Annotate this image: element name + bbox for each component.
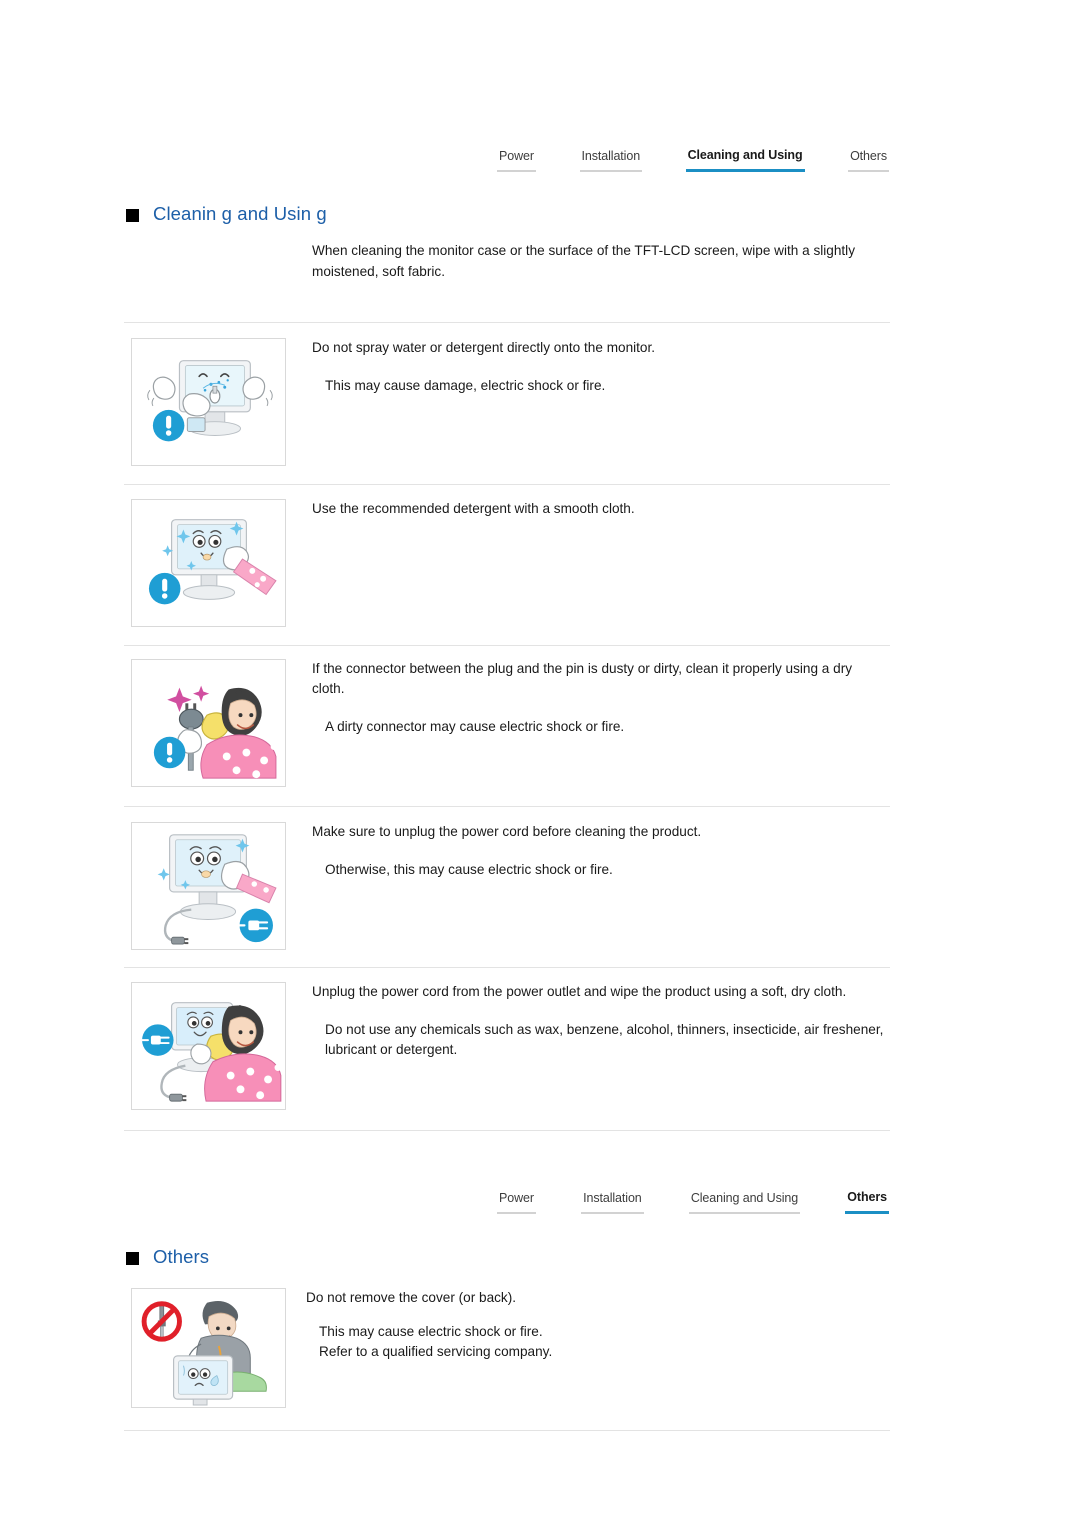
nav-tabs-secondary: Power Installation Cleaning and Using Ot…: [497, 1190, 889, 1214]
item-sub-text: A dirty connector may cause electric sho…: [325, 719, 625, 734]
tab-cleaning-and-using[interactable]: Cleaning and Using: [685, 148, 805, 172]
item-copy-spray: Do not spray water or detergent directly…: [312, 338, 887, 396]
section-heading-cleaning: Cleanin g and Usin g: [126, 203, 327, 225]
item-copy-unplug-before-cleaning: Make sure to unplug the power cord befor…: [312, 822, 887, 880]
figure-woman-cleaning-plug-warning: [131, 659, 286, 787]
tab-cleaning-and-using[interactable]: Cleaning and Using: [688, 1191, 801, 1214]
item-lead-text: If the connector between the plug and th…: [312, 661, 853, 696]
item-lead-text: Unplug the power cord from the power out…: [312, 984, 847, 999]
item-sub-text: Do not use any chemicals such as wax, be…: [325, 1022, 884, 1057]
divider: [124, 645, 890, 646]
item-copy-connector: If the connector between the plug and th…: [312, 659, 887, 737]
section-title-text: Others: [153, 1246, 210, 1267]
divider: [124, 806, 890, 807]
divider: [124, 484, 890, 485]
bullet-square-icon: [126, 1251, 139, 1265]
item-lead-text: Use the recommended detergent with a smo…: [312, 501, 635, 516]
tab-others[interactable]: Others: [848, 149, 889, 172]
bullet-square-icon: [126, 208, 139, 222]
item-sub-text: This may cause electric shock or fire. R…: [319, 1324, 553, 1359]
item-lead-text: Do not spray water or detergent directly…: [312, 340, 656, 355]
tab-power[interactable]: Power: [497, 1191, 536, 1214]
section-title-text: Cleanin g and Usin g: [153, 203, 327, 224]
nav-tabs-primary: Power Installation Cleaning and Using Ot…: [497, 148, 889, 172]
tab-others[interactable]: Others: [845, 1190, 889, 1214]
divider: [124, 1130, 890, 1131]
item-copy-unplug-wipe: Unplug the power cord from the power out…: [312, 982, 887, 1060]
figure-no-disassembly-repairman: [131, 1288, 286, 1408]
item-lead-text: Do not remove the cover (or back).: [306, 1290, 517, 1305]
item-copy-do-not-remove-cover: Do not remove the cover (or back). This …: [306, 1288, 881, 1362]
tab-installation[interactable]: Installation: [581, 1191, 644, 1214]
item-lead-text: Make sure to unplug the power cord befor…: [312, 824, 702, 839]
figure-woman-unplug-wipe-monitor: [131, 982, 286, 1110]
item-copy-detergent: Use the recommended detergent with a smo…: [312, 499, 887, 519]
item-sub-text: Otherwise, this may cause electric shock…: [325, 862, 613, 877]
figure-monitor-wipe-cloth-warning: [131, 499, 286, 627]
divider: [124, 1430, 890, 1431]
manual-page: Power Installation Cleaning and Using Ot…: [0, 0, 1080, 1528]
divider: [124, 967, 890, 968]
section-heading-others: Others: [126, 1246, 209, 1268]
divider: [124, 322, 890, 323]
item-sub-text: This may cause damage, electric shock or…: [325, 378, 606, 393]
figure-monitor-unplug-wipe: [131, 822, 286, 950]
cleaning-intro-text: When cleaning the monitor case or the su…: [312, 243, 855, 279]
tab-power[interactable]: Power: [497, 149, 536, 172]
figure-monitor-spray-bottle-warning: [131, 338, 286, 466]
tab-installation[interactable]: Installation: [579, 149, 643, 172]
